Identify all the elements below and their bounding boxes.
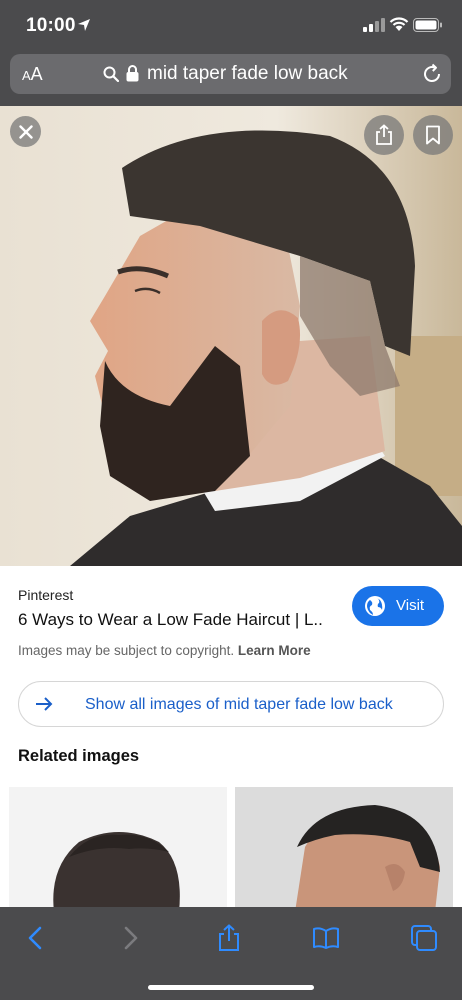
wifi-icon [389, 17, 409, 31]
result-title[interactable]: 6 Ways to Wear a Low Fade Haircut | L... [18, 610, 323, 630]
lock-icon [126, 65, 139, 82]
tabs-icon [411, 925, 437, 951]
text-size-button[interactable]: AA [22, 64, 43, 85]
url-text[interactable]: mid taper fade low back [147, 63, 348, 85]
close-button[interactable] [10, 116, 41, 147]
close-icon [18, 124, 33, 139]
forward-button[interactable] [116, 923, 146, 953]
visit-button[interactable]: Visit [352, 586, 444, 626]
share-button[interactable] [364, 115, 404, 155]
learn-more-link[interactable]: Learn More [238, 643, 311, 658]
arrow-right-icon [36, 697, 53, 711]
home-indicator[interactable] [148, 985, 314, 990]
toolbar-share-button[interactable] [214, 923, 244, 953]
status-time: 10:00 [26, 15, 76, 36]
show-all-images-label: Show all images of mid taper fade low ba… [85, 696, 393, 713]
related-image-thumbnail[interactable] [9, 787, 227, 912]
bookmarks-button[interactable] [311, 923, 341, 953]
location-arrow-icon [78, 19, 90, 31]
result-source: Pinterest [18, 587, 74, 603]
bookmarks-icon [313, 927, 339, 949]
haircut-photo [0, 106, 462, 566]
tabs-button[interactable] [409, 923, 439, 953]
cellular-signal-icon [363, 18, 385, 32]
back-button[interactable] [20, 923, 50, 953]
browser-top-chrome: 10:00 AA mid taper fade low back [0, 0, 462, 106]
image-preview[interactable] [0, 106, 462, 566]
reload-icon[interactable] [421, 63, 443, 85]
back-icon [28, 926, 42, 950]
copyright-notice: Images may be subject to copyright. Lear… [18, 643, 311, 658]
search-icon [103, 66, 119, 82]
related-image-2 [235, 787, 453, 912]
battery-icon [413, 18, 442, 32]
related-images-heading: Related images [18, 747, 140, 765]
bookmark-button[interactable] [413, 115, 453, 155]
browser-toolbar [0, 907, 462, 1000]
share-icon [376, 124, 392, 145]
show-all-images-button[interactable]: Show all images of mid taper fade low ba… [18, 681, 444, 727]
bookmark-icon [426, 125, 440, 145]
related-image-thumbnail[interactable] [235, 787, 453, 912]
related-image-1 [9, 787, 227, 912]
forward-icon [124, 926, 138, 950]
address-bar[interactable]: AA mid taper fade low back [10, 54, 451, 94]
copyright-text: Images may be subject to copyright. [18, 643, 235, 658]
share-icon [219, 924, 239, 951]
visit-label: Visit [396, 597, 425, 614]
status-bar: 10:00 [0, 0, 462, 52]
globe-icon [365, 596, 385, 616]
